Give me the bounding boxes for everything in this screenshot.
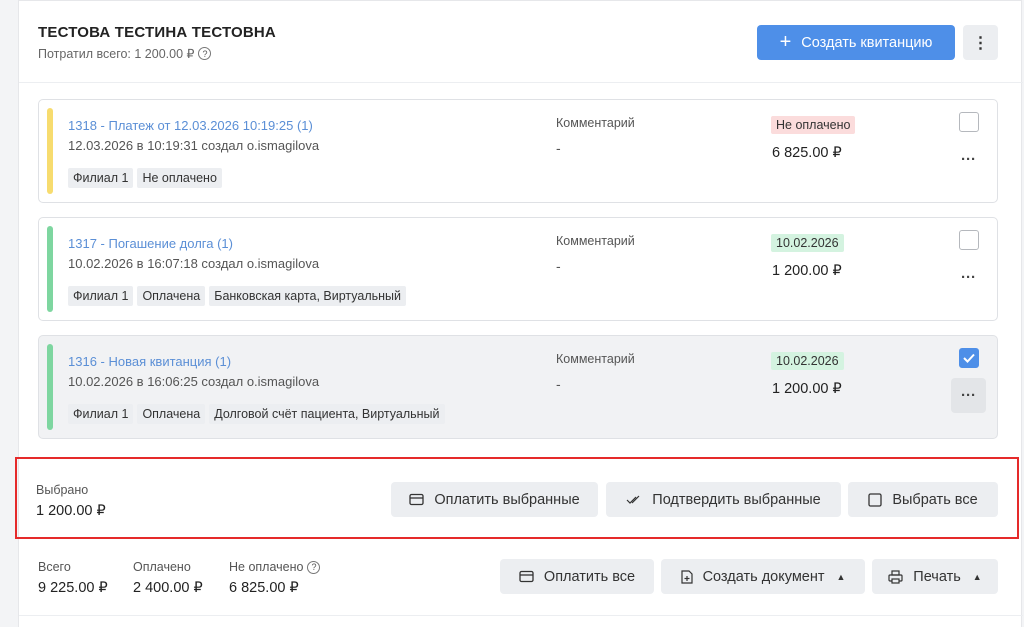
receipt-amount: 6 825.00 ₽ <box>772 145 842 161</box>
tag: Оплачена <box>137 286 206 306</box>
receipt-checkbox[interactable] <box>959 112 979 132</box>
card-icon <box>409 493 424 506</box>
caret-up-icon: ▲ <box>972 571 982 582</box>
total-label: Всего <box>38 560 71 574</box>
tag: Долговой счёт пациента, Виртуальный <box>209 404 445 424</box>
status-badge: 10.02.2026 <box>771 234 844 252</box>
tag: Филиал 1 <box>68 168 134 188</box>
receipt-tags: Филиал 1 Оплачена Долговой счёт пациента… <box>68 404 445 424</box>
status-badge: Не оплачено <box>771 116 856 134</box>
ellipsis-icon: ··· <box>961 269 976 286</box>
tag: Филиал 1 <box>68 404 134 424</box>
checkbox-icon <box>868 492 882 507</box>
receipt-meta: 10.02.2026 в 16:06:25 создал o.ismagilov… <box>68 374 320 389</box>
receipt-tags: Филиал 1 Не оплачено <box>68 168 222 188</box>
pay-all-label: Оплатить все <box>543 568 636 585</box>
comment-label: Комментарий <box>556 116 635 130</box>
create-document-label: Создать документ <box>702 568 825 585</box>
help-icon[interactable]: ? <box>198 47 212 60</box>
receipt-actions-button[interactable]: ··· <box>951 260 986 295</box>
comment-value: - <box>556 376 561 392</box>
comment-label: Комментарий <box>556 234 635 248</box>
comment-value: - <box>556 140 561 156</box>
receipt-actions-button[interactable]: ··· <box>951 378 986 413</box>
paid-label: Оплачено <box>133 560 191 574</box>
kebab-icon: ⋮ <box>972 34 989 52</box>
comment-value: - <box>556 258 561 274</box>
more-options-button[interactable]: ⋮ <box>963 25 998 60</box>
tag: Не оплачено <box>137 168 222 188</box>
checkmark-icon <box>963 353 975 363</box>
paid-value: 2 400.00 ₽ <box>133 580 203 596</box>
select-all-label: Выбрать все <box>892 491 978 508</box>
create-receipt-button[interactable]: + Создать квитанцию <box>757 25 955 60</box>
confirm-selected-button[interactable]: Подтвердить выбранные <box>606 482 841 517</box>
receipt-title-link[interactable]: 1318 - Платеж от 12.03.2026 10:19:25 (1) <box>68 118 313 133</box>
selected-label: Выбрано <box>36 483 89 497</box>
paid-block: Оплачено 2 400.00 ₽ <box>133 560 203 596</box>
receipts-panel: ТЕСТОВА ТЕСТИНА ТЕСТОВНА Потратил всего:… <box>15 0 1023 627</box>
double-check-icon <box>626 495 642 505</box>
selection-bar: Выбрано 1 200.00 ₽ Оплатить выбранные По… <box>15 457 1019 539</box>
tag: Банковская карта, Виртуальный <box>209 286 406 306</box>
printer-icon <box>888 569 903 584</box>
receipt-checkbox[interactable] <box>959 348 979 368</box>
document-plus-icon <box>680 569 693 584</box>
receipt-amount: 1 200.00 ₽ <box>772 263 842 279</box>
ellipsis-icon: ··· <box>961 387 976 404</box>
total-value: 9 225.00 ₽ <box>38 580 108 596</box>
help-icon[interactable]: ? <box>307 560 321 574</box>
create-receipt-label: Создать квитанцию <box>801 34 933 51</box>
patient-name: ТЕСТОВА ТЕСТИНА ТЕСТОВНА <box>38 24 276 41</box>
create-document-button[interactable]: Создать документ ▲ <box>661 559 865 594</box>
confirm-selected-label: Подтвердить выбранные <box>652 491 821 508</box>
plus-icon: + <box>779 30 792 53</box>
comment-label: Комментарий <box>556 352 635 366</box>
receipt-actions-button[interactable]: ··· <box>951 142 986 177</box>
status-stripe <box>47 344 53 430</box>
patient-header: ТЕСТОВА ТЕСТИНА ТЕСТОВНА Потратил всего:… <box>19 1 1023 83</box>
selected-amount: 1 200.00 ₽ <box>36 503 106 519</box>
pay-selected-button[interactable]: Оплатить выбранные <box>391 482 598 517</box>
receipt-title-link[interactable]: 1317 - Погашение долга (1) <box>68 236 233 251</box>
status-stripe <box>47 108 53 194</box>
status-badge: 10.02.2026 <box>771 352 844 370</box>
receipt-meta: 10.02.2026 в 16:07:18 создал o.ismagilov… <box>68 256 320 271</box>
spent-total: Потратил всего: 1 200.00 ₽ ? <box>38 46 212 61</box>
print-button[interactable]: Печать ▲ <box>872 559 998 594</box>
totals-bar: Всего 9 225.00 ₽ Оплачено 2 400.00 ₽ Не … <box>19 546 1023 616</box>
receipt-title-link[interactable]: 1316 - Новая квитанция (1) <box>68 354 231 369</box>
ellipsis-icon: ··· <box>961 151 976 168</box>
caret-up-icon: ▲ <box>836 571 846 582</box>
pay-selected-label: Оплатить выбранные <box>434 491 580 508</box>
receipt-card: 1317 - Погашение долга (1) 10.02.2026 в … <box>38 217 998 321</box>
unpaid-label-row: Не оплачено ? <box>229 560 321 574</box>
unpaid-value: 6 825.00 ₽ <box>229 580 299 596</box>
select-all-button[interactable]: Выбрать все <box>848 482 998 517</box>
status-stripe <box>47 226 53 312</box>
unpaid-block: Не оплачено ? 6 825.00 ₽ <box>229 560 321 596</box>
receipt-card: 1316 - Новая квитанция (1) 10.02.2026 в … <box>38 335 998 439</box>
receipt-checkbox[interactable] <box>959 230 979 250</box>
print-label: Печать <box>913 568 961 585</box>
receipt-card: 1318 - Платеж от 12.03.2026 10:19:25 (1)… <box>38 99 998 203</box>
card-icon <box>519 570 534 583</box>
spent-total-text: Потратил всего: 1 200.00 ₽ <box>38 47 195 61</box>
tag: Филиал 1 <box>68 286 134 306</box>
receipt-tags: Филиал 1 Оплачена Банковская карта, Вирт… <box>68 286 406 306</box>
receipt-meta: 12.03.2026 в 10:19:31 создал o.ismagilov… <box>68 138 320 153</box>
pay-all-button[interactable]: Оплатить все <box>500 559 654 594</box>
unpaid-label: Не оплачено <box>229 560 304 574</box>
tag: Оплачена <box>137 404 206 424</box>
total-block: Всего 9 225.00 ₽ <box>38 560 108 596</box>
receipt-amount: 1 200.00 ₽ <box>772 381 842 397</box>
